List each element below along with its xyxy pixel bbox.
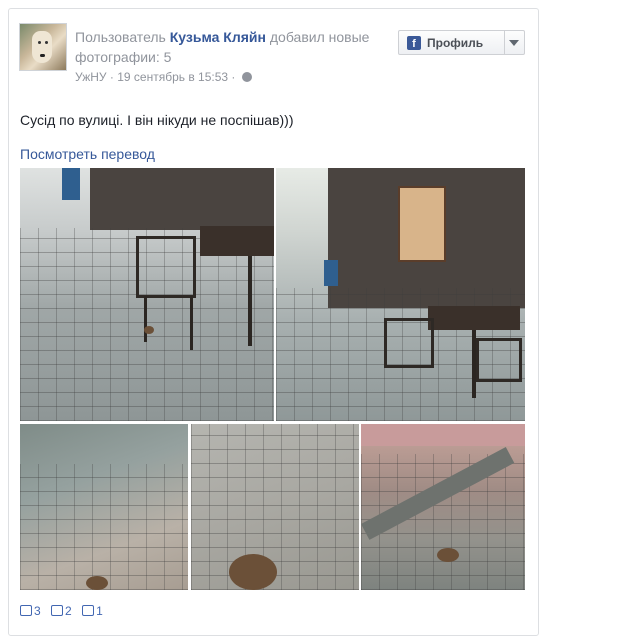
likes-value: 3 (34, 604, 41, 618)
timestamp-link[interactable]: 19 сентябрь в 15:53 (117, 70, 228, 84)
cafe-chair (476, 338, 522, 382)
like-icon (20, 605, 32, 616)
avatar-eye (45, 41, 48, 44)
mouse (86, 576, 108, 590)
coffee-poster (398, 186, 446, 262)
shares-count[interactable]: 1 (82, 603, 103, 619)
button-divider (504, 31, 505, 54)
post-header: Пользователь Кузьма Кляйн добавил новые … (75, 27, 395, 67)
likes-count[interactable]: 3 (20, 603, 41, 619)
photo-2[interactable] (276, 168, 525, 421)
share-icon (82, 605, 95, 616)
dropdown-caret-icon[interactable] (509, 40, 519, 46)
dog-avatar-image (32, 31, 52, 63)
post-meta: УжНУ · 19 сентябрь в 15:53 · (75, 69, 252, 85)
post-text: Сусід по вулиці. І він нікуди не поспіша… (20, 112, 294, 128)
comment-icon (51, 605, 64, 616)
cafe-chair (384, 318, 434, 368)
globe-icon (241, 72, 252, 82)
photo-1[interactable] (20, 168, 274, 421)
paving (20, 464, 188, 590)
profile-button-label: Профиль (427, 36, 484, 50)
cafe-table (200, 226, 274, 256)
photo-4[interactable] (191, 424, 359, 590)
building-wall (361, 424, 525, 446)
location-link[interactable]: УжНУ (75, 70, 107, 84)
cafe-table (428, 306, 520, 330)
comments-value: 2 (65, 604, 72, 618)
avatar-eye (38, 41, 41, 44)
mouse (229, 554, 277, 590)
photo-5[interactable] (361, 424, 525, 590)
table-leg (248, 256, 252, 346)
photo-3[interactable] (20, 424, 188, 590)
chair-leg (144, 296, 147, 342)
chair-leg (190, 296, 193, 350)
comments-count[interactable]: 2 (51, 603, 72, 619)
mouse (437, 548, 459, 562)
author-name-link[interactable]: Кузьма Кляйн (170, 29, 266, 45)
see-translation-link[interactable]: Посмотреть перевод (20, 144, 155, 164)
meta-separator: · (228, 70, 239, 84)
facebook-icon: f (407, 36, 421, 50)
header-prefix: Пользователь (75, 29, 170, 45)
cafe-chair (136, 236, 196, 298)
profile-button[interactable]: f Профиль (398, 30, 525, 55)
sign (62, 168, 80, 200)
shares-value: 1 (96, 604, 103, 618)
meta-separator: · (106, 70, 118, 84)
post-footer: 3 2 1 (20, 603, 110, 619)
avatar-nose (40, 54, 45, 57)
kiosk (90, 168, 274, 230)
post-card: Пользователь Кузьма Кляйн добавил новые … (8, 8, 539, 636)
avatar[interactable] (19, 23, 67, 71)
sign (324, 260, 338, 286)
mouse (144, 326, 154, 334)
